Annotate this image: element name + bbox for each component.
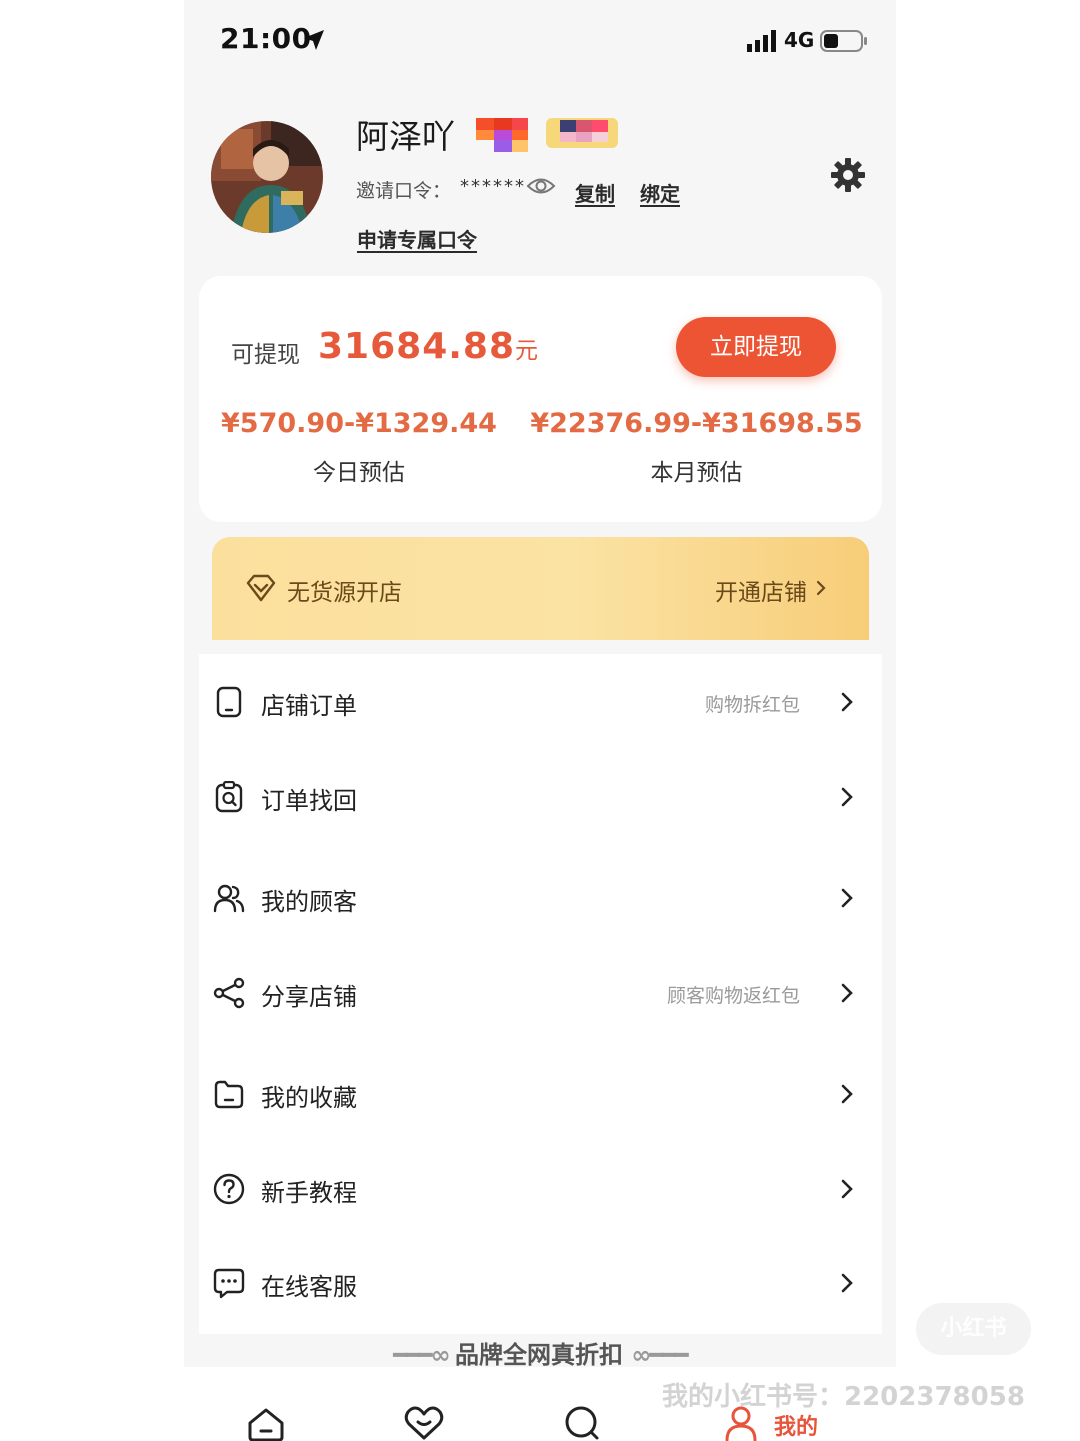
location-arrow-icon bbox=[304, 30, 324, 50]
divider-left: ━━━∞ bbox=[393, 1341, 455, 1369]
brand-discount-text: 品牌全网真折扣 bbox=[455, 1341, 623, 1369]
chevron-right-icon bbox=[841, 1179, 853, 1199]
banner-text: 无货源开店 bbox=[287, 580, 402, 606]
chevron-right-icon bbox=[841, 692, 853, 712]
menu-item-hint: 顾客购物返红包 bbox=[666, 985, 800, 1007]
folder-icon bbox=[214, 1080, 244, 1109]
help-icon bbox=[213, 1173, 245, 1205]
invite-label: 邀请口令： bbox=[356, 180, 452, 202]
wallet-card: 可提现 31684.88元 立即提现 ¥570.90-¥1329.44 今日预估… bbox=[199, 276, 882, 522]
tab-mine-label[interactable]: 我的 bbox=[774, 1409, 818, 1441]
month-estimate-label: 本月预估 bbox=[650, 460, 743, 486]
chevron-right-icon bbox=[841, 787, 853, 807]
heart-icon bbox=[404, 1406, 444, 1440]
menu-item-online-service[interactable]: 在线客服 bbox=[199, 1235, 882, 1330]
tab-home[interactable] bbox=[234, 1367, 298, 1441]
withdraw-amount-value: 31684.88 bbox=[318, 326, 516, 367]
menu-item-hint: 购物拆红包 bbox=[704, 694, 800, 716]
diamond-icon bbox=[246, 574, 276, 602]
tab-search[interactable] bbox=[550, 1367, 614, 1441]
customers-icon bbox=[213, 884, 245, 913]
menu-item-label: 店铺订单 bbox=[261, 692, 357, 720]
withdraw-amount: 31684.88元 bbox=[318, 326, 539, 367]
phone-icon bbox=[216, 686, 242, 718]
bind-button[interactable]: 绑定 bbox=[640, 178, 680, 207]
search-icon bbox=[565, 1406, 599, 1440]
signal-icon bbox=[747, 30, 776, 52]
menu-item-my-customers[interactable]: 我的顾客 bbox=[199, 850, 882, 945]
withdraw-unit: 元 bbox=[515, 338, 540, 364]
vip-badge-icon bbox=[546, 118, 618, 148]
chevron-right-icon bbox=[841, 1084, 853, 1104]
chevron-right-icon bbox=[841, 888, 853, 908]
invite-code: ****** bbox=[460, 176, 526, 197]
menu-item-store-orders[interactable]: 店铺订单 购物拆红包 bbox=[199, 654, 882, 749]
network-type: 4G bbox=[784, 28, 815, 52]
chevron-right-icon bbox=[841, 1273, 853, 1293]
menu-item-tutorial[interactable]: 新手教程 bbox=[199, 1141, 882, 1236]
menu-item-label: 订单找回 bbox=[261, 787, 357, 815]
withdraw-label: 可提现 bbox=[231, 342, 300, 368]
menu-item-label: 新手教程 bbox=[261, 1179, 357, 1207]
watermark-text: 我的小红书号：2202378058 bbox=[662, 1382, 1025, 1412]
tab-favorites[interactable] bbox=[392, 1367, 456, 1441]
menu-item-label: 分享店铺 bbox=[261, 983, 357, 1011]
battery-icon bbox=[820, 30, 867, 52]
menu-item-my-favorites[interactable]: 我的收藏 bbox=[199, 1046, 882, 1141]
open-store-banner[interactable]: 无货源开店 开通店铺 bbox=[212, 537, 869, 640]
withdraw-button[interactable]: 立即提现 bbox=[676, 317, 836, 377]
chat-icon bbox=[213, 1268, 245, 1299]
phone-screen: 21:00 4G 阿泽吖 邀请口令： ****** 复制 绑定 申请专属口令 可… bbox=[184, 0, 896, 1441]
watermark-logo: 小红书 bbox=[916, 1303, 1031, 1355]
chevron-right-icon bbox=[841, 983, 853, 1003]
chevron-right-icon bbox=[816, 580, 826, 596]
today-estimate: ¥570.90-¥1329.44 今日预估 bbox=[209, 408, 509, 487]
menu-item-label: 我的顾客 bbox=[261, 888, 357, 916]
home-icon bbox=[248, 1408, 284, 1441]
eye-icon[interactable] bbox=[526, 175, 556, 197]
menu-item-share-store[interactable]: 分享店铺 顾客购物返红包 bbox=[199, 945, 882, 1040]
copy-button[interactable]: 复制 bbox=[575, 178, 615, 207]
level-badge-icon bbox=[476, 118, 528, 152]
divider-right: ∞━━━ bbox=[631, 1341, 688, 1369]
share-icon bbox=[213, 977, 245, 1009]
apply-code-button[interactable]: 申请专属口令 bbox=[357, 224, 477, 253]
avatar[interactable] bbox=[211, 121, 323, 233]
today-estimate-range: ¥570.90-¥1329.44 bbox=[221, 408, 497, 439]
order-search-icon bbox=[215, 781, 243, 813]
menu-item-label: 在线客服 bbox=[261, 1273, 357, 1301]
month-estimate: ¥22376.99-¥31698.55 本月预估 bbox=[519, 408, 874, 487]
user-name: 阿泽吖 bbox=[356, 117, 455, 156]
month-estimate-range: ¥22376.99-¥31698.55 bbox=[530, 408, 863, 439]
menu-item-label: 我的收藏 bbox=[261, 1084, 357, 1112]
menu-item-order-recovery[interactable]: 订单找回 bbox=[199, 749, 882, 844]
status-time: 21:00 bbox=[220, 22, 312, 55]
menu-list: 店铺订单 购物拆红包 订单找回 我的顾客 分享店铺 顾客购物返红包 我的收藏 新… bbox=[199, 654, 882, 1334]
open-store-link[interactable]: 开通店铺 bbox=[715, 573, 807, 607]
today-estimate-label: 今日预估 bbox=[313, 460, 405, 486]
gear-icon[interactable] bbox=[830, 157, 866, 193]
